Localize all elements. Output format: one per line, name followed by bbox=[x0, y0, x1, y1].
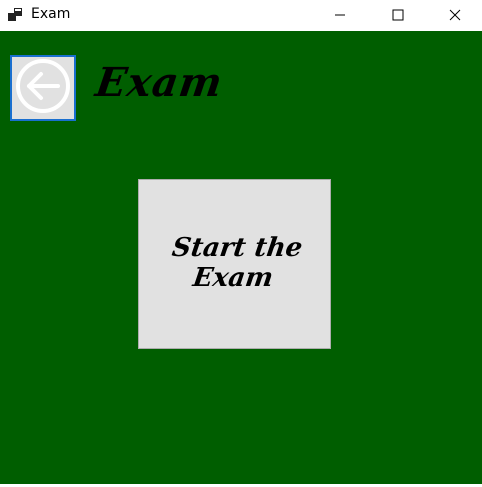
close-button[interactable] bbox=[427, 0, 482, 31]
page-title: Exam bbox=[92, 59, 226, 106]
app-icon bbox=[8, 7, 23, 22]
title-bar[interactable]: Exam bbox=[0, 0, 482, 31]
back-button[interactable] bbox=[10, 55, 76, 121]
maximize-icon bbox=[392, 6, 404, 25]
minimize-button[interactable] bbox=[311, 0, 369, 31]
window-title: Exam bbox=[31, 6, 71, 22]
close-icon bbox=[449, 6, 461, 25]
start-exam-button[interactable]: Start the Exam bbox=[138, 179, 331, 349]
main-panel: Exam Start the Exam bbox=[0, 31, 482, 484]
minimize-icon bbox=[334, 6, 346, 25]
arrow-left-circle-icon bbox=[14, 57, 72, 119]
app-window: Exam Exam Start the Exam bbox=[0, 0, 482, 487]
maximize-button[interactable] bbox=[369, 0, 427, 31]
start-exam-label: Start the Exam bbox=[169, 233, 304, 293]
